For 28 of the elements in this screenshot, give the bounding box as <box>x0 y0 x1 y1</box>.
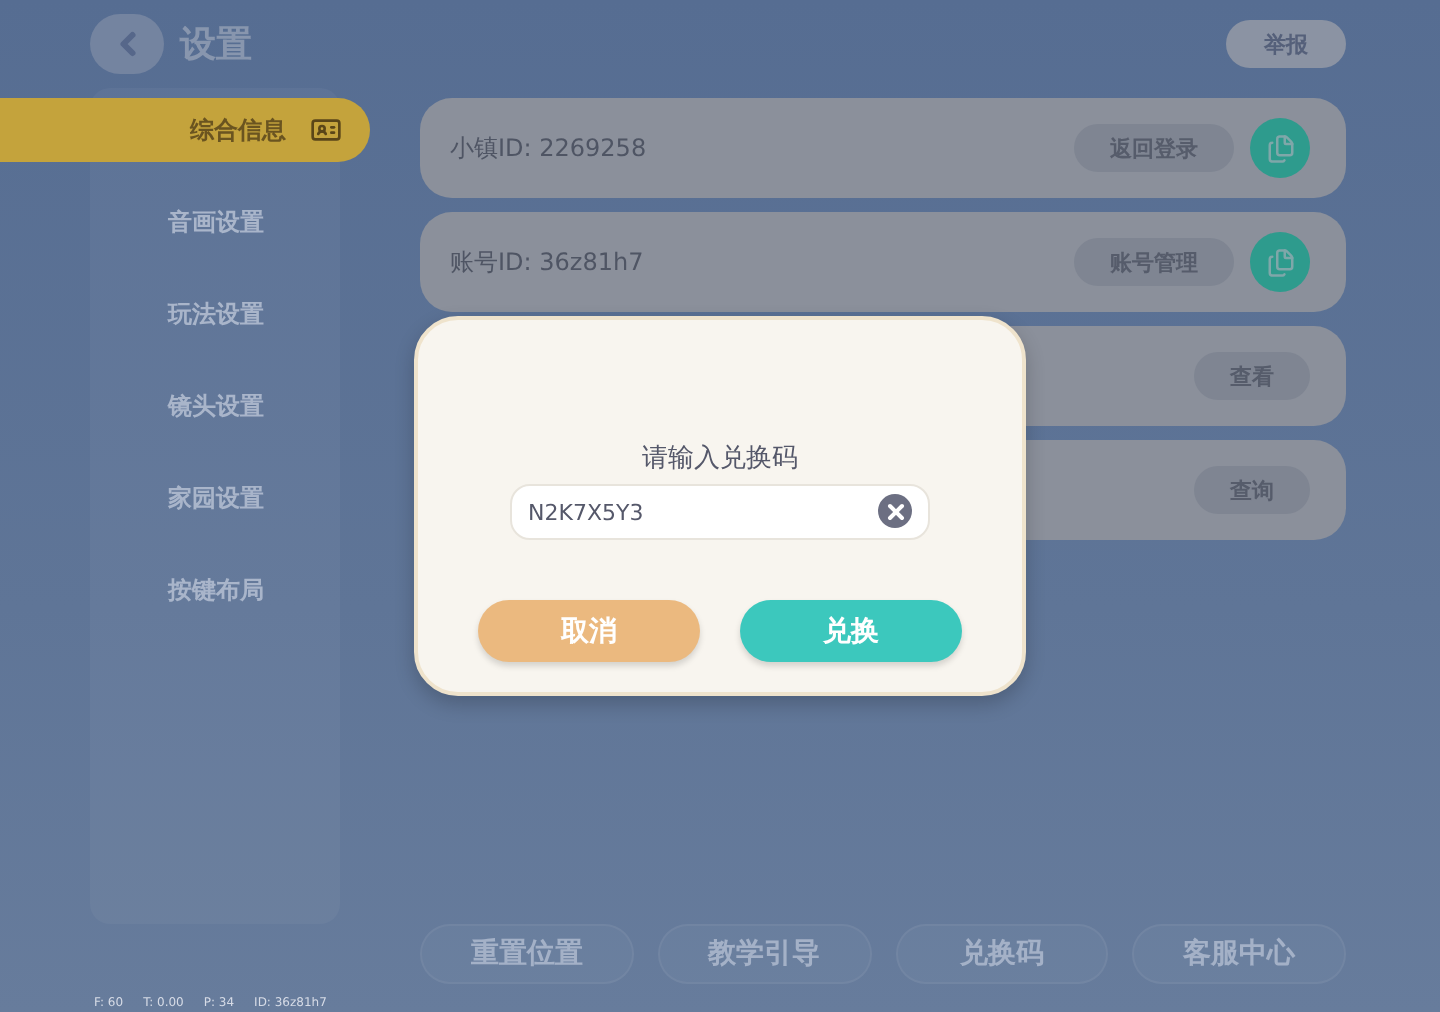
sidebar-tab-label: 综合信息 <box>190 113 286 147</box>
row-text: 账号ID: 36z81h7 <box>450 245 646 279</box>
sidebar-tab-label: 镜头设置 <box>168 389 264 423</box>
copy-button[interactable] <box>1250 232 1310 292</box>
bottom-button[interactable]: 教学引导 <box>657 924 871 984</box>
sidebar-tab-label: 玩法设置 <box>168 297 264 331</box>
bottom-button[interactable]: 重置位置 <box>420 924 634 984</box>
back-button[interactable] <box>90 14 164 74</box>
copy-icon <box>1265 133 1295 163</box>
sidebar-tab-label: 家园设置 <box>168 481 264 515</box>
cancel-button[interactable]: 取消 <box>478 600 700 662</box>
redeem-button[interactable]: 兑换 <box>740 600 962 662</box>
sidebar-tab-label: 音画设置 <box>168 205 264 239</box>
sidebar-tab[interactable]: 按键布局 <box>0 558 340 622</box>
bottom-button[interactable]: 客服中心 <box>1132 924 1346 984</box>
copy-icon <box>1265 247 1295 277</box>
sidebar-tab[interactable]: 玩法设置 <box>0 282 340 346</box>
id-card-icon <box>310 114 342 146</box>
sidebar-tab[interactable]: 综合信息 <box>0 98 370 162</box>
dialog-title: 请输入兑换码 <box>642 442 798 476</box>
row-text: 小镇ID: 2269258 <box>450 131 649 165</box>
sidebar-tab[interactable]: 音画设置 <box>0 190 340 254</box>
sidebar-tab[interactable]: 镜头设置 <box>0 374 340 438</box>
sidebar-tab[interactable]: 家园设置 <box>0 466 340 530</box>
sidebar-tab-label: 按键布局 <box>168 573 264 607</box>
bottom-button[interactable]: 兑换码 <box>895 924 1109 984</box>
code-input-field[interactable]: N2K7X5Y3 <box>510 484 930 540</box>
copy-button[interactable] <box>1250 118 1310 178</box>
